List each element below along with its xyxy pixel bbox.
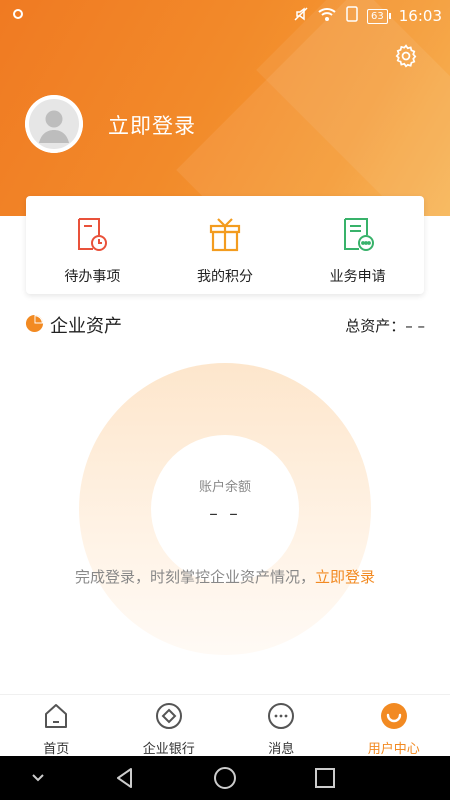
avatar[interactable] xyxy=(25,95,83,153)
message-icon xyxy=(267,702,295,734)
tab-user-center[interactable]: 用户中心 xyxy=(338,695,450,757)
total-assets-label: 总资产： xyxy=(345,317,406,335)
system-navigation-bar xyxy=(0,756,450,800)
pie-chart-icon xyxy=(25,314,44,333)
quick-action-points[interactable]: 我的积分 xyxy=(159,196,292,294)
home-icon xyxy=(42,702,70,734)
tab-label: 企业银行 xyxy=(142,742,195,757)
home-circle-icon[interactable] xyxy=(213,766,237,794)
quick-action-label: 待办事项 xyxy=(64,269,121,285)
battery-icon: 63 xyxy=(367,8,391,24)
wifi-icon xyxy=(317,6,337,26)
tab-enterprise-bank[interactable]: 企业银行 xyxy=(113,695,226,757)
login-prompt-text: 完成登录，时刻掌控企业资产情况， xyxy=(74,568,315,586)
login-prompt: 完成登录，时刻掌控企业资产情况，立即登录 xyxy=(0,566,450,587)
tab-label: 用户中心 xyxy=(367,742,420,757)
mute-icon xyxy=(293,6,309,26)
quick-action-application[interactable]: 业务申请 xyxy=(291,196,424,294)
total-assets: 总资产：– – xyxy=(345,315,425,336)
section-title: 企业资产 xyxy=(50,316,122,337)
login-prompt-link[interactable]: 立即登录 xyxy=(315,568,375,586)
tab-messages[interactable]: 消息 xyxy=(225,695,338,757)
todo-icon xyxy=(75,216,109,258)
application-icon xyxy=(341,216,375,258)
gift-icon xyxy=(208,216,242,258)
total-assets-value: – – xyxy=(405,317,425,335)
bottom-tab-bar: 首页 企业银行 消息 用户中心 xyxy=(0,694,450,757)
status-bar: 63 16:03 xyxy=(0,0,450,32)
back-icon[interactable] xyxy=(113,766,137,794)
battery-level: 63 xyxy=(367,8,388,24)
sim-icon xyxy=(345,6,359,26)
quick-action-label: 我的积分 xyxy=(197,269,253,285)
chevron-down-icon[interactable] xyxy=(30,770,46,789)
user-center-icon xyxy=(380,702,408,734)
bank-icon xyxy=(155,702,183,734)
recents-icon[interactable] xyxy=(314,767,336,793)
notification-icon xyxy=(12,8,24,23)
login-link[interactable]: 立即登录 xyxy=(108,110,196,140)
quick-action-label: 业务申请 xyxy=(329,269,386,285)
tab-home[interactable]: 首页 xyxy=(0,695,113,757)
tab-label: 消息 xyxy=(268,742,295,757)
settings-gear-icon[interactable] xyxy=(393,43,419,69)
balance-value: – – xyxy=(209,504,241,524)
quick-action-todo[interactable]: 待办事项 xyxy=(26,196,159,294)
clock: 16:03 xyxy=(398,7,442,25)
balance-label: 账户余额 xyxy=(198,480,251,495)
tab-label: 首页 xyxy=(43,742,70,757)
quick-actions-card: 待办事项 我的积分 业务申请 xyxy=(26,196,424,294)
